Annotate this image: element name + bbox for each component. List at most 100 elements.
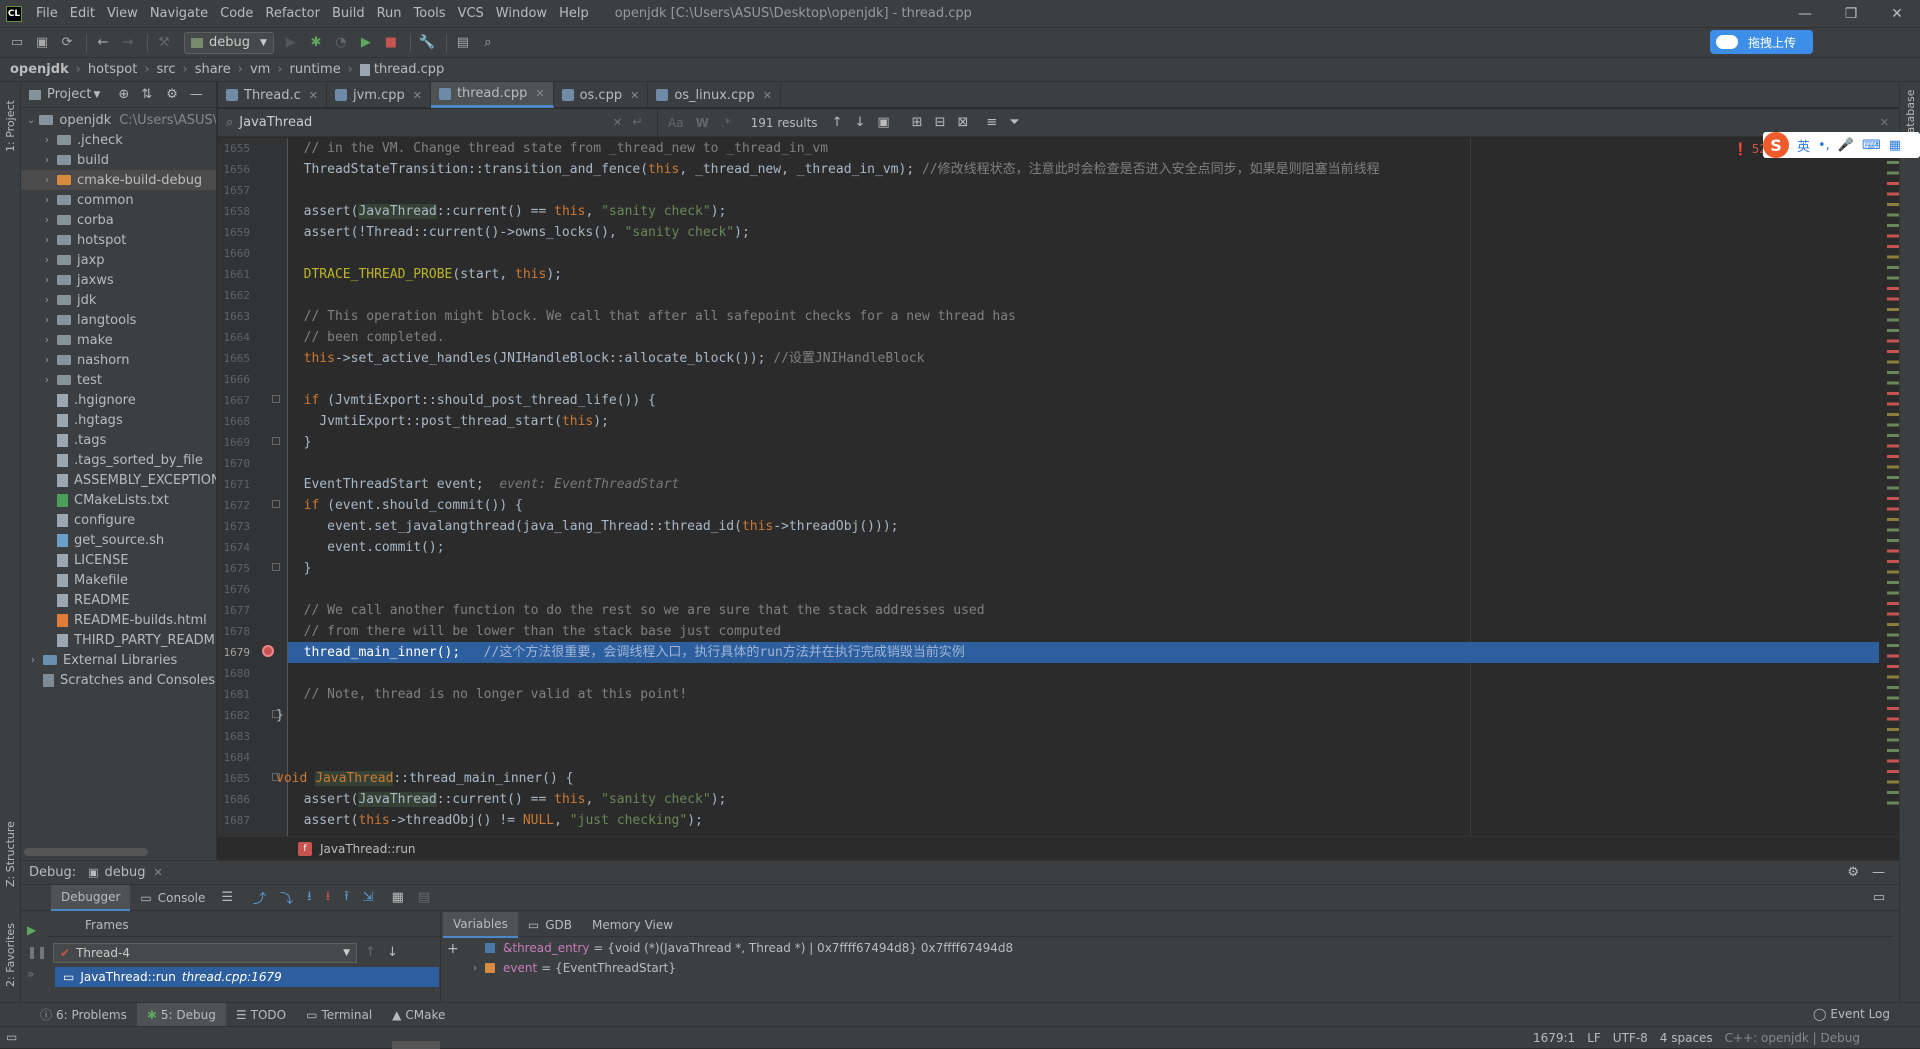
line-number[interactable]: 1674 xyxy=(218,541,251,554)
tab-problems[interactable]: ⓘ 6: Problems xyxy=(30,1003,137,1027)
breadcrumb-item[interactable]: thread.cpp xyxy=(374,62,444,77)
tree-root[interactable]: ⌄ openjdk C:\Users\ASUS\ xyxy=(21,110,216,130)
tree-file[interactable]: configure xyxy=(21,510,216,530)
arrow-down-icon[interactable]: ↓ xyxy=(854,115,865,130)
code-line[interactable]: event.set_javalangthread(java_lang_Threa… xyxy=(288,516,1879,537)
error-stripe-mark[interactable] xyxy=(1887,518,1899,521)
breakpoint-icon[interactable] xyxy=(262,645,274,657)
line-number[interactable]: 1668 xyxy=(218,415,251,428)
arrow-up-icon[interactable]: ↑ xyxy=(832,115,843,130)
code-line[interactable]: this->set_active_handles(JNIHandleBlock:… xyxy=(288,348,1879,369)
error-stripe-mark[interactable] xyxy=(1887,780,1899,784)
error-stripe-mark[interactable] xyxy=(1887,686,1899,689)
code-line[interactable]: assert(!Thread::current()->owns_locks(),… xyxy=(288,222,1879,243)
line-number[interactable]: 1660 xyxy=(218,247,251,260)
breadcrumb-item[interactable]: share xyxy=(195,62,231,77)
words-toggle[interactable]: W xyxy=(696,116,709,130)
error-stripe-mark[interactable] xyxy=(1887,612,1899,616)
code-line[interactable]: void JavaThread::thread_main_inner() { xyxy=(276,768,1879,789)
expand-icon[interactable]: » xyxy=(27,963,43,985)
error-stripe-mark[interactable] xyxy=(1887,161,1899,164)
ime-toolbar[interactable]: S 英 •, 🎤 ⌨ ▦ xyxy=(1763,132,1920,158)
code-line[interactable]: ThreadStateTransition::transition_and_fe… xyxy=(288,159,1879,180)
layout-icon[interactable]: ▭ xyxy=(1873,890,1885,905)
tree-file[interactable]: .hgtags xyxy=(21,410,216,430)
close-search-icon[interactable]: ✕ xyxy=(1880,116,1889,129)
tree-folder-selected[interactable]: › cmake-build-debug xyxy=(21,170,216,190)
error-stripe-mark[interactable] xyxy=(1887,465,1899,469)
variable-row[interactable]: &thread_entry = {void (*)(JavaThread *, … xyxy=(473,938,1013,958)
tree-file[interactable]: README xyxy=(21,590,216,610)
line-number[interactable]: 1662 xyxy=(218,289,251,302)
menu-file[interactable]: File xyxy=(30,0,64,28)
tree-folder[interactable]: › .jcheck xyxy=(21,130,216,150)
ime-language[interactable]: 英 xyxy=(1797,136,1810,155)
breadcrumb-item[interactable]: vm xyxy=(250,62,270,77)
step-into-icon[interactable]: ⭳ xyxy=(307,887,312,909)
error-stripe-mark[interactable] xyxy=(1887,707,1899,710)
gear-icon[interactable]: ⚙ xyxy=(1847,865,1859,880)
tab-os-linux-cpp[interactable]: os_linux.cpp ✕ xyxy=(648,82,781,108)
tree-file[interactable]: ASSEMBLY_EXCEPTION xyxy=(21,470,216,490)
code-line[interactable]: assert(this->threadObj() != NULL, "just … xyxy=(288,810,1879,831)
error-stripe-mark[interactable] xyxy=(1887,329,1899,332)
code-line[interactable]: JvmtiExport::post_thread_start(this); xyxy=(288,411,1879,432)
line-number[interactable]: 1671 xyxy=(218,478,251,491)
code-editor[interactable]: 1655 1656 1657 1658 1659 1660 1661 1662 1663 1664… xyxy=(218,138,1899,836)
line-number[interactable]: 1684 xyxy=(218,751,251,764)
match-case-toggle[interactable]: Aa xyxy=(668,116,684,130)
error-stripe-mark[interactable] xyxy=(1887,644,1899,647)
error-stripe-mark[interactable] xyxy=(1887,570,1899,574)
minimize-icon[interactable]: — xyxy=(1782,0,1828,28)
line-number[interactable]: 1667 xyxy=(218,394,251,407)
error-stripe-mark[interactable] xyxy=(1887,350,1899,353)
microphone-icon[interactable]: 🎤 xyxy=(1838,138,1854,153)
code-line[interactable]: // We call another function to do the re… xyxy=(288,600,1879,621)
error-stripe-mark[interactable] xyxy=(1887,434,1899,437)
error-stripe-mark[interactable] xyxy=(1887,549,1899,553)
locate-icon[interactable]: ⊕ xyxy=(118,87,129,102)
hide-icon[interactable]: — xyxy=(1872,865,1885,880)
execution-point-line[interactable]: thread_main_inner(); //这个方法很重要，会调线程入口，执行… xyxy=(288,642,1879,663)
tree-scratches[interactable]: Scratches and Consoles xyxy=(21,670,216,690)
tab-terminal[interactable]: ▭ Terminal xyxy=(296,1003,382,1027)
error-stripe-mark[interactable] xyxy=(1887,623,1899,626)
profile-icon[interactable]: ◔ xyxy=(330,32,352,54)
file-encoding[interactable]: UTF-8 xyxy=(1613,1031,1648,1045)
line-number[interactable]: 1658 xyxy=(218,205,251,218)
error-stripe-mark[interactable] xyxy=(1887,791,1899,794)
tab-cmake[interactable]: ▲ CMake xyxy=(382,1003,455,1027)
line-number[interactable]: 1680 xyxy=(218,667,251,680)
code-line[interactable]: // been completed. xyxy=(288,327,1879,348)
tab-debug[interactable]: ✱ 5: Debug xyxy=(136,1002,226,1027)
grid-icon[interactable]: ▦ xyxy=(1889,138,1901,153)
tab-jvm-cpp[interactable]: jvm.cpp ✕ xyxy=(327,82,431,108)
error-stripe-mark[interactable] xyxy=(1887,749,1899,752)
line-number[interactable]: 1676 xyxy=(218,583,251,596)
error-stripe-mark[interactable] xyxy=(1887,528,1899,532)
error-stripe-mark[interactable] xyxy=(1887,696,1899,700)
save-icon[interactable]: ▣ xyxy=(31,32,53,54)
step-over-icon[interactable]: ⤵ xyxy=(280,888,293,907)
code-line[interactable]: event.commit(); xyxy=(288,537,1879,558)
menu-code[interactable]: Code xyxy=(214,0,259,28)
gear-icon[interactable]: ⚙ xyxy=(166,87,178,102)
hide-icon[interactable]: — xyxy=(190,87,203,102)
error-stripe-mark[interactable] xyxy=(1887,297,1899,301)
error-stripe-mark[interactable] xyxy=(1887,497,1899,500)
wrench-icon[interactable]: 🔧 xyxy=(416,32,438,54)
menu-build[interactable]: Build xyxy=(326,0,371,28)
error-stripe-mark[interactable] xyxy=(1887,182,1899,185)
layout-icon[interactable]: ▤ xyxy=(452,32,474,54)
forward-icon[interactable]: → xyxy=(117,32,139,54)
line-number[interactable]: 1675 xyxy=(218,562,251,575)
error-stripe-mark[interactable] xyxy=(1887,255,1899,259)
step-out-icon[interactable]: ⭱ xyxy=(344,887,349,909)
trace-icon[interactable]: ▤ xyxy=(418,890,430,905)
coverage-icon[interactable]: ▶ xyxy=(355,32,377,54)
tab-os-cpp[interactable]: os.cpp ✕ xyxy=(554,82,649,108)
debug-icon[interactable]: ✱ xyxy=(305,32,327,54)
run-icon[interactable]: ▶ xyxy=(280,32,302,54)
error-stripe-mark[interactable] xyxy=(1887,770,1899,773)
error-stripe-mark[interactable] xyxy=(1887,413,1899,416)
